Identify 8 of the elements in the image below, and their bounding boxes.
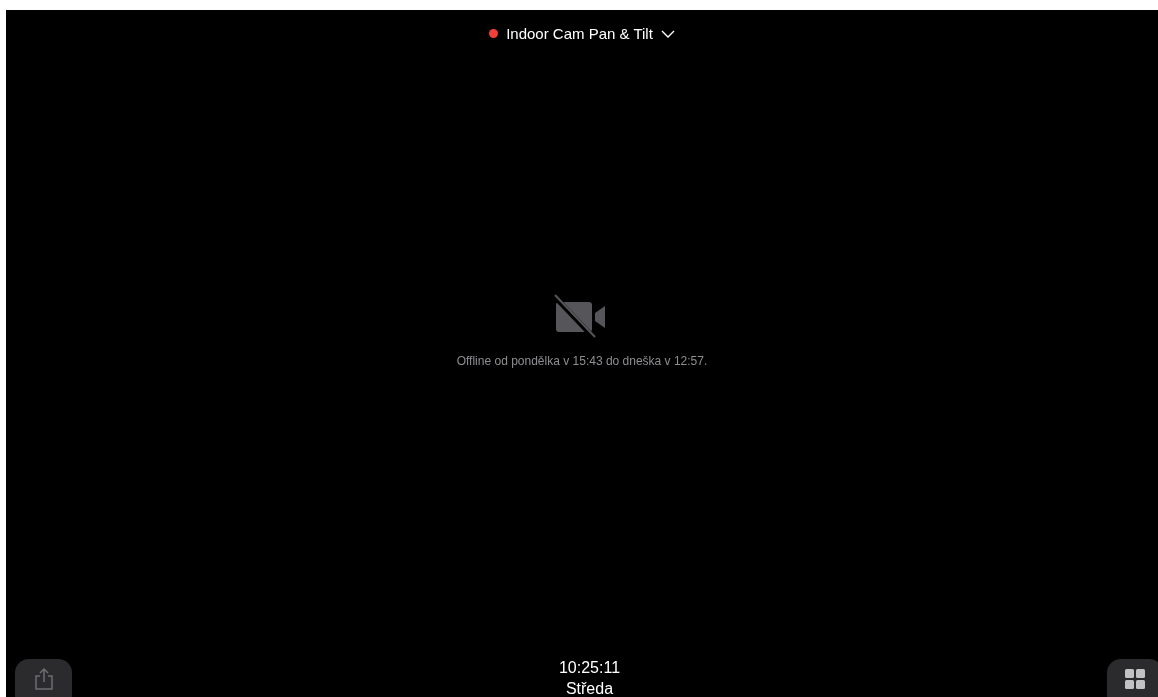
camera-selector[interactable]: Indoor Cam Pan & Tilt <box>489 25 675 42</box>
clock-time: 10:25:11 <box>558 658 621 678</box>
weekday-label: Středa <box>565 679 614 697</box>
grid-icon <box>1124 668 1146 690</box>
offline-message: Offline od pondělka v 15:43 do dneška v 12:57. <box>456 354 708 368</box>
share-icon <box>33 667 54 691</box>
chevron-down-icon <box>660 29 675 38</box>
share-button[interactable] <box>15 659 72 697</box>
